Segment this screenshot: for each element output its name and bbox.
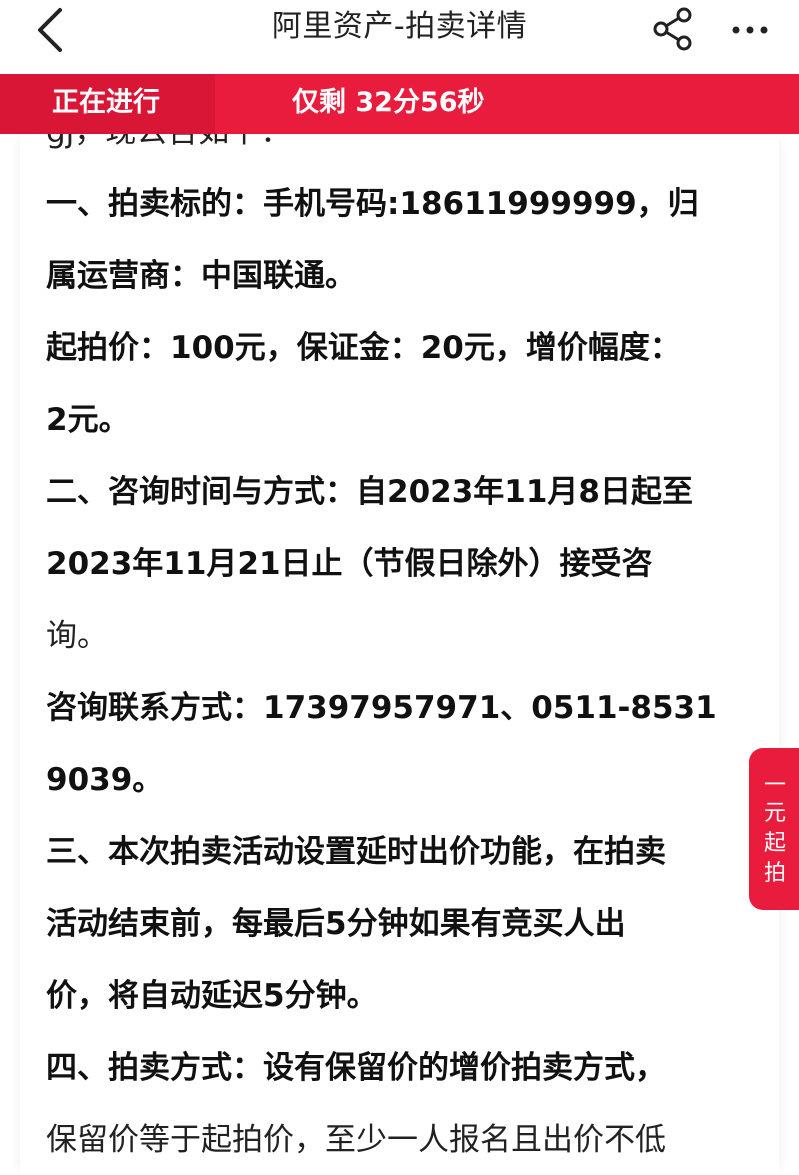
announcement-line: gj，现公告如下： xyxy=(46,134,766,168)
countdown-timer: 仅剩 32分56秒 xyxy=(292,87,485,118)
announcement-line: 属运营商：中国联通。 xyxy=(46,258,356,294)
status-tab: 正在进行 xyxy=(0,74,215,134)
announcement-content: gj，现公告如下： 一、拍卖标的：手机号码:18611999999，归 属运营商… xyxy=(20,134,779,1175)
announcement-line: 二、咨询时间与方式：自2023年11月8日起至 xyxy=(46,474,693,510)
announcement-line: 保留价等于起拍价，至少一人报名且出价不低 xyxy=(46,1122,666,1158)
one-yuan-auction-button[interactable]: 一 元 起 拍 xyxy=(749,748,799,910)
announcement-line: 询。 xyxy=(46,618,108,654)
announcement-line: 2023年11月21日止（节假日除外）接受咨 xyxy=(46,546,653,582)
status-label: 正在进行 xyxy=(52,87,160,118)
announcement-line: 价，将自动延迟5分钟。 xyxy=(46,978,378,1014)
announcement-line: 活动结束前，每最后5分钟如果有竞买人出 xyxy=(46,906,626,942)
announcement-line: 三、本次拍卖活动设置延时出价功能，在拍卖 xyxy=(46,834,666,870)
announcement-line: 起拍价：100元，保证金：20元，增价幅度： xyxy=(46,330,681,366)
announcement-line: 四、拍卖方式：设有保留价的增价拍卖方式， xyxy=(46,1050,666,1086)
announcement-line: 9039。 xyxy=(46,762,164,798)
share-icon[interactable] xyxy=(650,6,696,52)
announcement-line: 咨询联系方式：17397957971、0511-8531 xyxy=(46,690,717,726)
side-button-char: 一 xyxy=(763,773,786,798)
side-button-char: 起 xyxy=(763,831,786,856)
announcement-line: 一、拍卖标的：手机号码:18611999999，归 xyxy=(46,186,699,222)
top-nav-bar: 阿里资产-拍卖详情 xyxy=(0,0,799,74)
side-button-char: 拍 xyxy=(763,861,786,886)
side-button-char: 元 xyxy=(763,801,786,826)
auction-status-bar: 正在进行 仅剩 32分56秒 xyxy=(0,74,799,134)
announcement-line: 2元。 xyxy=(46,402,130,438)
more-icon[interactable] xyxy=(728,10,772,50)
